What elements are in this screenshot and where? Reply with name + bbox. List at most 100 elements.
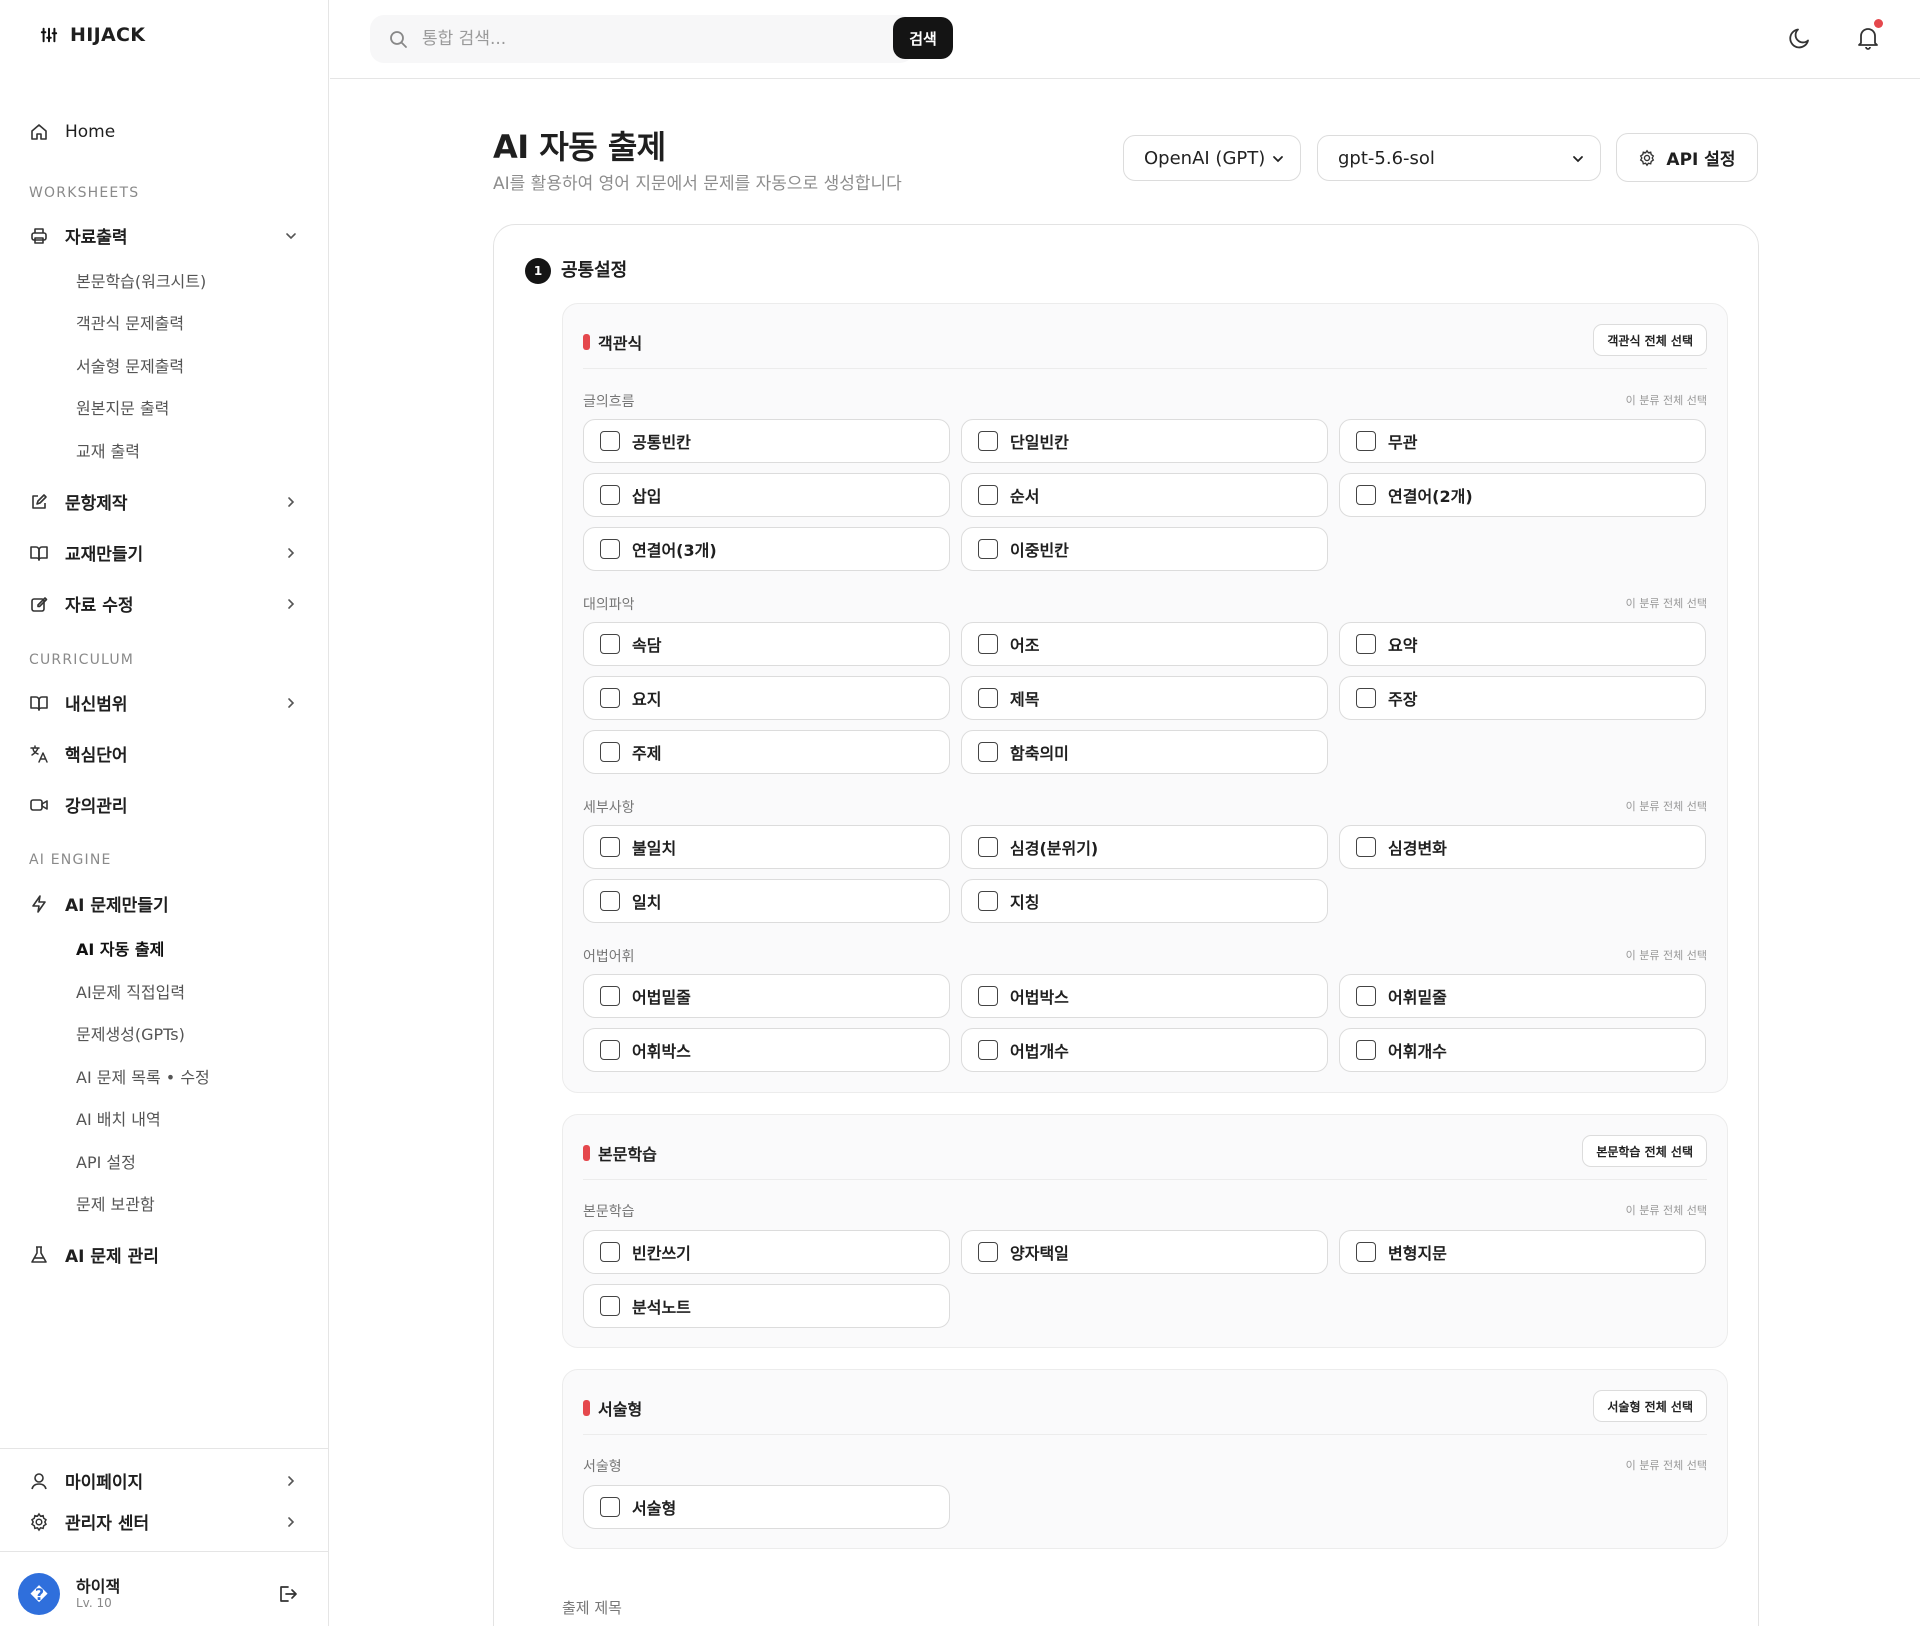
option-checkbox[interactable]: 어법개수 <box>961 1028 1328 1072</box>
checkbox[interactable] <box>1356 837 1376 857</box>
checkbox[interactable] <box>978 485 998 505</box>
option-checkbox[interactable]: 무관 <box>1339 419 1706 463</box>
logout-icon[interactable] <box>276 1583 298 1605</box>
option-checkbox[interactable]: 빈칸쓰기 <box>583 1230 950 1274</box>
checkbox[interactable] <box>600 1242 620 1262</box>
option-checkbox[interactable]: 어조 <box>961 622 1328 666</box>
nav-exam-range[interactable]: 내신범위 <box>29 690 299 715</box>
option-checkbox[interactable]: 어법박스 <box>961 974 1328 1018</box>
checkbox[interactable] <box>978 431 998 451</box>
checkbox[interactable] <box>978 891 998 911</box>
option-checkbox[interactable]: 어휘밑줄 <box>1339 974 1706 1018</box>
sub-item-archive[interactable]: 문제 보관함 <box>76 1191 155 1215</box>
checkbox[interactable] <box>1356 485 1376 505</box>
option-checkbox[interactable]: 양자택일 <box>961 1230 1328 1274</box>
checkbox[interactable] <box>1356 688 1376 708</box>
sub-item-api-settings[interactable]: API 설정 <box>76 1149 136 1173</box>
nav-mypage[interactable]: 마이페이지 <box>29 1468 299 1493</box>
nav-home[interactable]: Home <box>29 122 299 142</box>
sub-item-essay-print[interactable]: 서술형 문제출력 <box>76 353 184 377</box>
search-button[interactable]: 검색 <box>893 17 953 59</box>
group-select-all-link[interactable]: 이 분류 전체 선택 <box>1626 798 1707 814</box>
nav-lectures[interactable]: 강의관리 <box>29 792 299 817</box>
sub-item-mcq-print[interactable]: 객관식 문제출력 <box>76 310 184 334</box>
checkbox[interactable] <box>600 742 620 762</box>
checkbox[interactable] <box>1356 634 1376 654</box>
checkbox[interactable] <box>978 688 998 708</box>
sub-item-workbook[interactable]: 본문학습(워크시트) <box>76 268 206 292</box>
option-checkbox[interactable]: 단일빈칸 <box>961 419 1328 463</box>
nav-edit-material[interactable]: 자료 수정 <box>29 591 299 616</box>
search-input[interactable] <box>422 15 892 63</box>
sub-item-source-print[interactable]: 원본지문 출력 <box>76 395 169 419</box>
nav-print[interactable]: 자료출력 <box>29 223 299 248</box>
bell-icon[interactable] <box>1855 25 1881 51</box>
group-select-all-link[interactable]: 이 분류 전체 선택 <box>1626 392 1707 408</box>
checkbox[interactable] <box>1356 431 1376 451</box>
provider-select[interactable]: OpenAI (GPT) <box>1123 135 1301 181</box>
option-checkbox[interactable]: 순서 <box>961 473 1328 517</box>
option-checkbox[interactable]: 연결어(2개) <box>1339 473 1706 517</box>
checkbox[interactable] <box>600 986 620 1006</box>
select-all-mcq-button[interactable]: 객관식 전체 선택 <box>1593 324 1707 356</box>
checkbox[interactable] <box>600 688 620 708</box>
checkbox[interactable] <box>600 1497 620 1517</box>
option-checkbox[interactable]: 함축의미 <box>961 730 1328 774</box>
option-checkbox[interactable]: 심경변화 <box>1339 825 1706 869</box>
moon-icon[interactable] <box>1787 25 1813 51</box>
option-checkbox[interactable]: 변형지문 <box>1339 1230 1706 1274</box>
option-checkbox[interactable]: 공통빈칸 <box>583 419 950 463</box>
select-all-text-study-button[interactable]: 본문학습 전체 선택 <box>1582 1135 1707 1167</box>
sub-item-ai-auto[interactable]: AI 자동 출제 <box>76 936 164 960</box>
option-checkbox[interactable]: 주장 <box>1339 676 1706 720</box>
user-profile[interactable]: � 하이잭 Lv. 10 <box>18 1573 120 1615</box>
select-all-essay-button[interactable]: 서술형 전체 선택 <box>1593 1390 1707 1422</box>
checkbox[interactable] <box>978 1242 998 1262</box>
option-checkbox[interactable]: 주제 <box>583 730 950 774</box>
checkbox[interactable] <box>600 1296 620 1316</box>
model-select[interactable]: gpt-5.6-sol <box>1317 135 1601 181</box>
nav-make-book[interactable]: 교재만들기 <box>29 540 299 565</box>
checkbox[interactable] <box>1356 1040 1376 1060</box>
checkbox[interactable] <box>600 1040 620 1060</box>
checkbox[interactable] <box>1356 986 1376 1006</box>
group-select-all-link[interactable]: 이 분류 전체 선택 <box>1626 1202 1707 1218</box>
sub-item-ai-direct[interactable]: AI문제 직접입력 <box>76 979 185 1003</box>
checkbox[interactable] <box>600 634 620 654</box>
checkbox[interactable] <box>600 431 620 451</box>
nav-admin[interactable]: 관리자 센터 <box>29 1509 299 1534</box>
brand-logo[interactable]: HIJACK <box>40 24 145 46</box>
nav-make-question[interactable]: 문항제작 <box>29 489 299 514</box>
option-checkbox[interactable]: 불일치 <box>583 825 950 869</box>
checkbox[interactable] <box>600 891 620 911</box>
option-checkbox[interactable]: 이중빈칸 <box>961 527 1328 571</box>
group-select-all-link[interactable]: 이 분류 전체 선택 <box>1626 1457 1707 1473</box>
option-checkbox[interactable]: 어휘개수 <box>1339 1028 1706 1072</box>
option-checkbox[interactable]: 삽입 <box>583 473 950 517</box>
option-checkbox[interactable]: 요지 <box>583 676 950 720</box>
nav-key-words[interactable]: 핵심단어 <box>29 741 299 766</box>
nav-ai-maker[interactable]: AI 문제만들기 <box>29 891 299 916</box>
option-checkbox[interactable]: 어법밑줄 <box>583 974 950 1018</box>
option-checkbox[interactable]: 연결어(3개) <box>583 527 950 571</box>
option-checkbox[interactable]: 요약 <box>1339 622 1706 666</box>
checkbox[interactable] <box>978 837 998 857</box>
option-checkbox[interactable]: 분석노트 <box>583 1284 950 1328</box>
option-checkbox[interactable]: 지칭 <box>961 879 1328 923</box>
checkbox[interactable] <box>978 986 998 1006</box>
option-checkbox[interactable]: 심경(분위기) <box>961 825 1328 869</box>
sub-item-ai-batch[interactable]: AI 배치 내역 <box>76 1106 161 1130</box>
sub-item-book-print[interactable]: 교재 출력 <box>76 438 140 462</box>
api-settings-button[interactable]: API 설정 <box>1616 133 1758 182</box>
group-select-all-link[interactable]: 이 분류 전체 선택 <box>1626 595 1707 611</box>
group-select-all-link[interactable]: 이 분류 전체 선택 <box>1626 947 1707 963</box>
checkbox[interactable] <box>978 742 998 762</box>
option-checkbox[interactable]: 제목 <box>961 676 1328 720</box>
checkbox[interactable] <box>978 539 998 559</box>
option-checkbox[interactable]: 서술형 <box>583 1485 950 1529</box>
option-checkbox[interactable]: 일치 <box>583 879 950 923</box>
sub-item-gpts[interactable]: 문제생성(GPTs) <box>76 1021 185 1045</box>
nav-ai-manage[interactable]: AI 문제 관리 <box>29 1242 299 1267</box>
checkbox[interactable] <box>978 1040 998 1060</box>
checkbox[interactable] <box>600 485 620 505</box>
